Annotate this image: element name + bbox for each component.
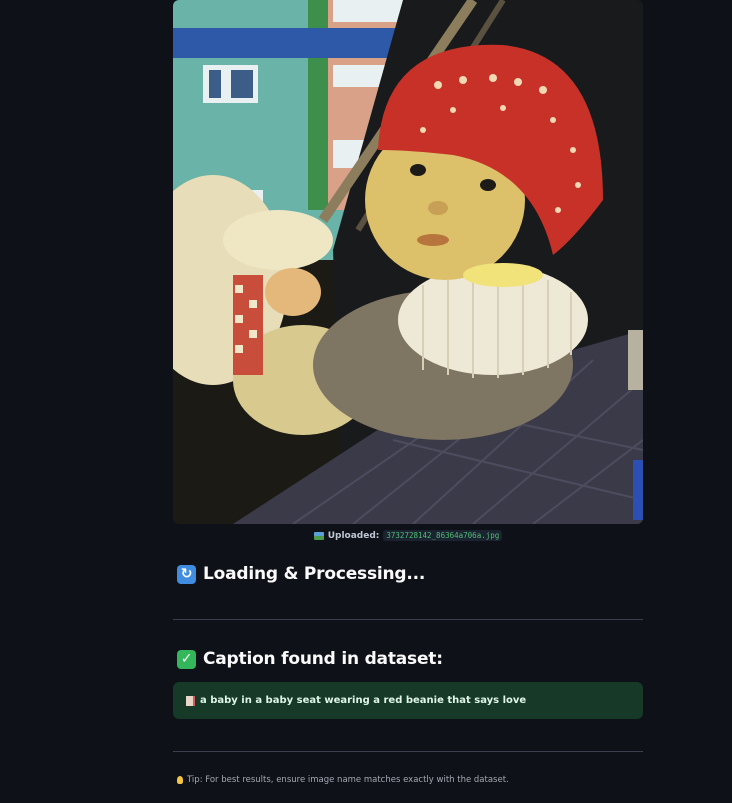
- upload-label: Uploaded:: [327, 530, 380, 541]
- tip-text-row: Tip: For best results, ensure image name…: [177, 775, 509, 785]
- image-icon: [313, 531, 324, 540]
- reload-icon: ↻: [177, 564, 196, 584]
- loading-heading: ↻ Loading & Processing...: [177, 564, 425, 584]
- caption-success-box: a baby in a baby seat wearing a red bean…: [173, 682, 643, 719]
- check-icon: ✓: [177, 649, 196, 669]
- uploaded-image: [173, 0, 643, 524]
- loading-title: Loading & Processing...: [203, 564, 426, 584]
- caption-text: a baby in a baby seat wearing a red bean…: [200, 695, 527, 706]
- divider: [173, 619, 643, 620]
- upload-status: Uploaded: 3732728142_86364a706a.jpg: [173, 530, 643, 541]
- lightbulb-icon: [177, 776, 183, 784]
- memo-icon: [186, 695, 195, 706]
- upload-filename: 3732728142_86364a706a.jpg: [383, 530, 503, 541]
- caption-heading: ✓ Caption found in dataset:: [177, 649, 443, 669]
- tip-text: Tip: For best results, ensure image name…: [187, 775, 509, 785]
- divider: [173, 751, 643, 752]
- caption-title: Caption found in dataset:: [203, 649, 443, 669]
